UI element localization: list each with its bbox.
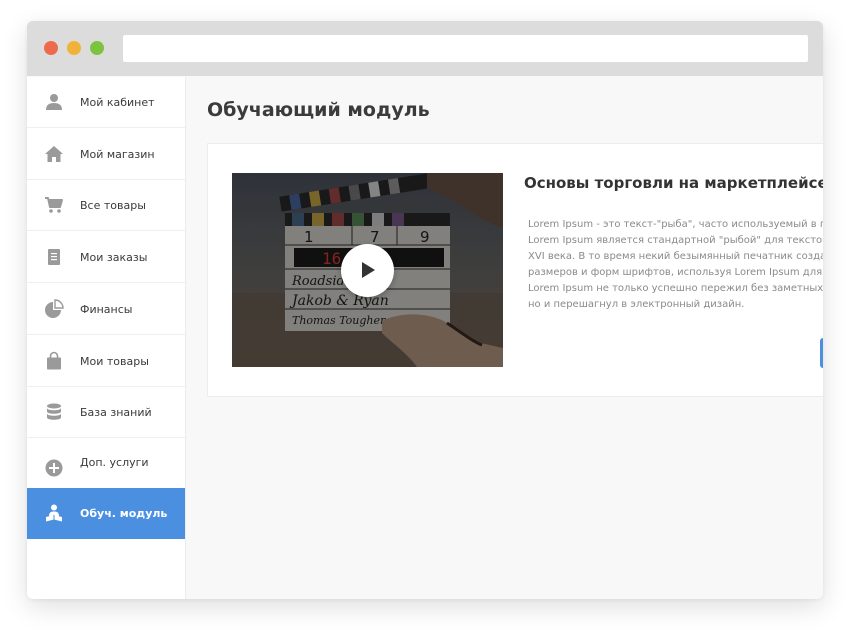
play-icon — [362, 262, 375, 278]
course-card: 1 7 9 16.21 Roadside Jakob & Ryan Thomas… — [207, 143, 823, 397]
plus-circle-icon — [45, 459, 63, 477]
sidebar-item-my-store[interactable]: Мой магазин — [27, 129, 185, 180]
page-title: Обучающий модуль — [207, 99, 430, 121]
course-description: Lorem Ipsum - это текст-"рыба", часто ис… — [528, 217, 823, 313]
document-icon — [48, 249, 60, 265]
sidebar-item-label: Мои заказы — [80, 251, 148, 264]
video-player[interactable]: 1 7 9 16.21 Roadside Jakob & Ryan Thomas… — [232, 173, 503, 367]
pie-chart-icon — [45, 299, 64, 318]
browser-titlebar — [27, 21, 823, 76]
database-icon — [47, 403, 61, 420]
main-content: Обучающий модуль 1 7 9 Roadside Jakob & … — [186, 77, 823, 599]
sidebar-item-label: База знаний — [80, 406, 152, 419]
play-button[interactable] — [341, 244, 394, 297]
sidebar-item-label: Мой кабинет — [80, 96, 155, 109]
course-title: Основы торговли на маркетплейсе — [524, 174, 823, 192]
sidebar-item-label: Обуч. модуль — [80, 507, 168, 520]
browser-window: Мой кабинет Мой магазин Все товары Мои з… — [27, 21, 823, 599]
sidebar-item-all-products[interactable]: Все товары — [27, 180, 185, 231]
sidebar-item-label: Мой магазин — [80, 148, 155, 161]
close-window-dot[interactable] — [44, 41, 58, 55]
user-icon — [46, 94, 62, 110]
course-description-line: XVI века. В то время некий безымянный пе… — [528, 251, 823, 262]
sidebar-item-knowledge-base[interactable]: База знаний — [27, 387, 185, 438]
shopping-bag-icon — [47, 351, 61, 370]
sidebar-item-label: Доп. услуги — [80, 456, 149, 469]
course-description-line: Lorem Ipsum - это текст-"рыба", часто ис… — [528, 219, 823, 230]
course-description-line: размеров и форм шрифтов, используя Lorem… — [528, 267, 823, 278]
home-icon — [45, 146, 63, 162]
sidebar: Мой кабинет Мой магазин Все товары Мои з… — [27, 77, 186, 599]
maximize-window-dot[interactable] — [90, 41, 104, 55]
sidebar-item-label: Все товары — [80, 199, 146, 212]
minimize-window-dot[interactable] — [67, 41, 81, 55]
sidebar-item-training-module[interactable]: Обуч. модуль — [27, 488, 185, 539]
training-icon — [46, 504, 62, 522]
sidebar-item-my-orders[interactable]: Мои заказы — [27, 232, 185, 283]
address-bar[interactable] — [123, 35, 808, 62]
sidebar-item-label: Мои товары — [80, 355, 149, 368]
sidebar-item-extra-services[interactable]: Доп. услуги — [27, 439, 185, 490]
course-description-line: Lorem Ipsum не только успешно пережил бе… — [528, 283, 823, 294]
cart-icon — [45, 197, 63, 213]
sidebar-item-label: Финансы — [80, 303, 133, 316]
start-course-button[interactable] — [820, 338, 823, 368]
sidebar-item-my-products[interactable]: Мои товары — [27, 336, 185, 387]
course-description-line: но и перешагнул в электронный дизайн. — [528, 299, 745, 310]
sidebar-item-my-account[interactable]: Мой кабинет — [27, 77, 185, 128]
sidebar-item-finance[interactable]: Финансы — [27, 284, 185, 335]
course-description-line: Lorem Ipsum является стандартной "рыбой"… — [528, 235, 823, 246]
